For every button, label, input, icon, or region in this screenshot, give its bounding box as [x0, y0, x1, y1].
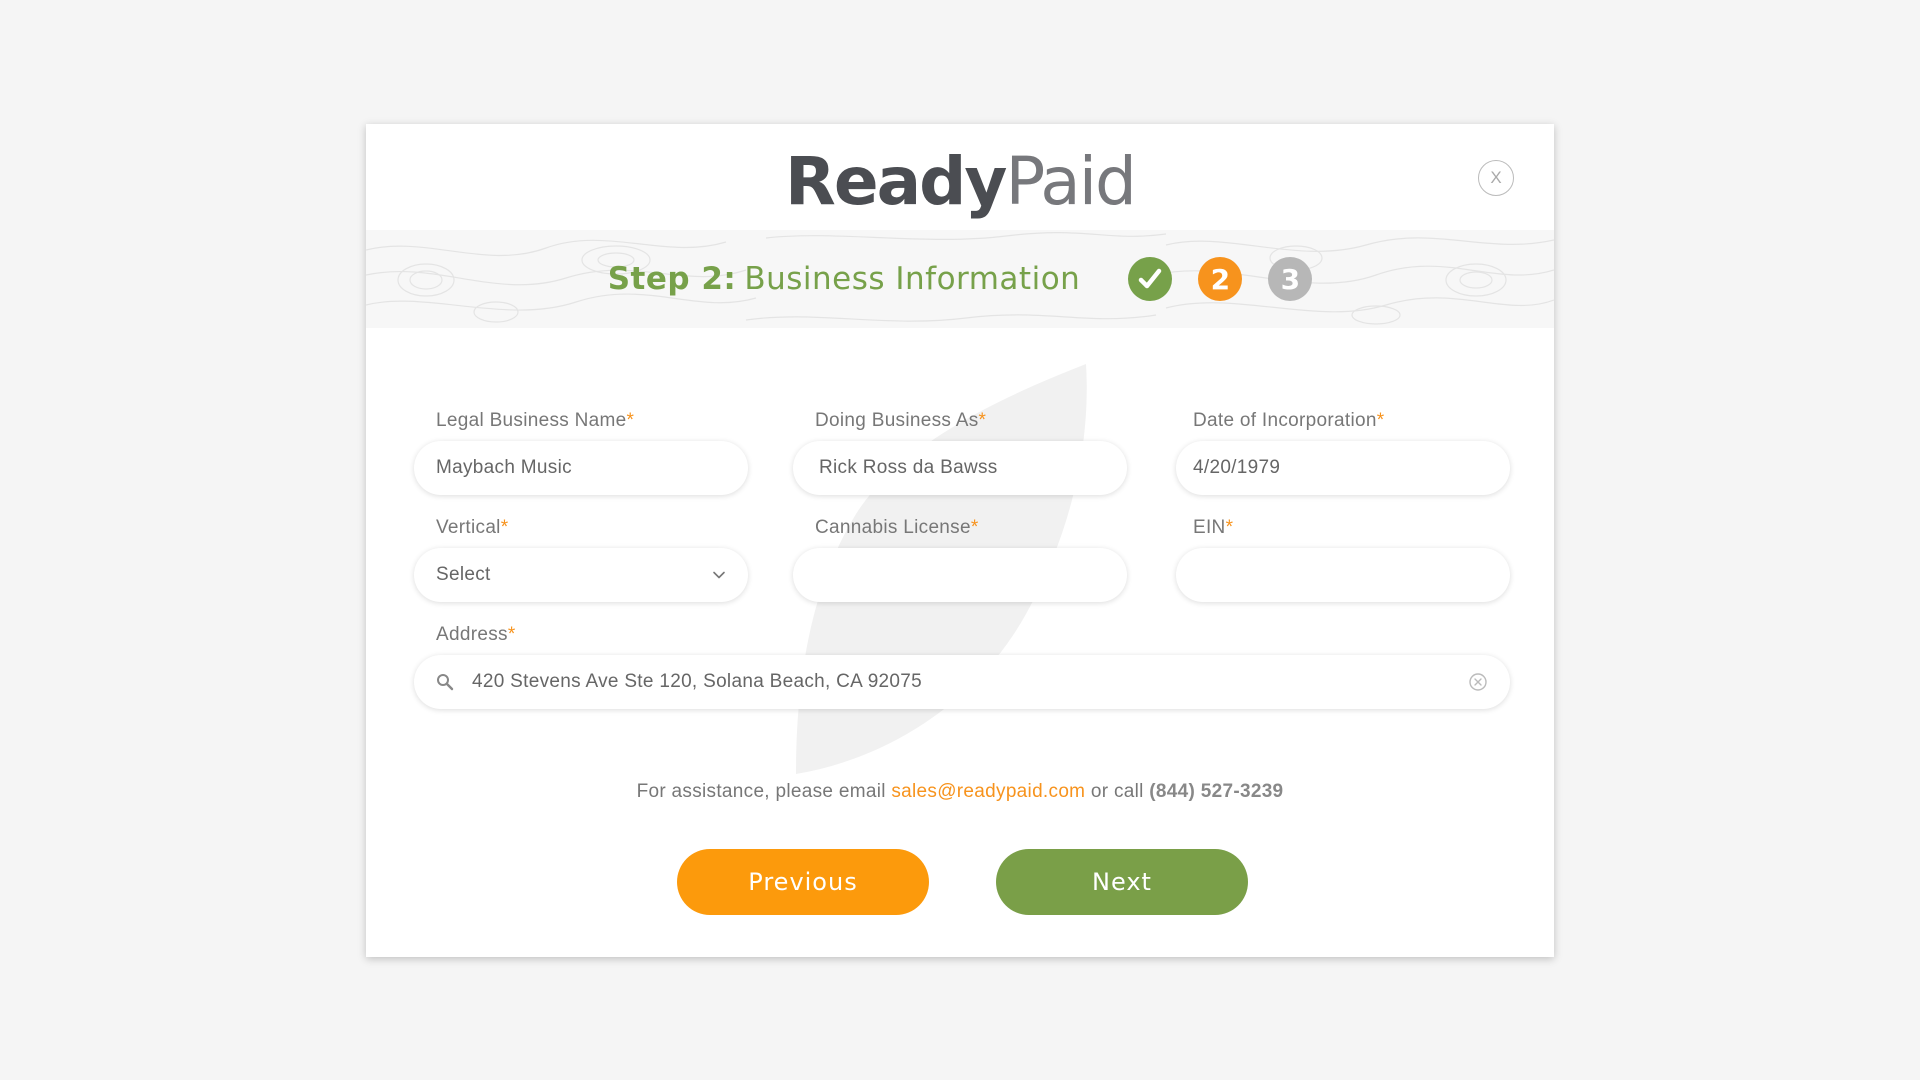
legal-name-field: Legal Business Name* Maybach Music: [414, 409, 748, 495]
assist-middle: or call: [1090, 781, 1144, 802]
assist-prefix: For assistance, please email: [636, 781, 886, 802]
ein-label: EIN*: [1193, 517, 1234, 538]
step-2-current: 2: [1198, 257, 1243, 301]
next-button[interactable]: Next: [996, 849, 1248, 915]
incorporation-date-field: Date of Incorporation* 4/20/1979: [1176, 409, 1510, 495]
vertical-field: Vertical* Select: [414, 516, 748, 602]
incorporation-date-label: Date of Incorporation*: [1193, 410, 1385, 431]
vertical-label: Vertical*: [436, 517, 509, 538]
dba-field: Doing Business As* Rick Ross da Bawss: [793, 409, 1127, 495]
support-email-link[interactable]: sales@readypaid.com: [891, 781, 1085, 802]
address-value: 420 Stevens Ave Ste 120, Solana Beach, C…: [472, 671, 923, 692]
step-1-complete: [1128, 257, 1173, 301]
dba-input[interactable]: Rick Ross da Bawss: [793, 441, 1127, 495]
step-3-upcoming: 3: [1268, 257, 1313, 301]
address-label: Address*: [436, 624, 516, 645]
ein-input[interactable]: [1176, 548, 1510, 602]
cannabis-license-label: Cannabis License*: [815, 517, 979, 538]
assistance-text: For assistance, please email sales@ready…: [366, 781, 1554, 803]
ein-field: EIN*: [1176, 516, 1510, 602]
incorporation-date-input[interactable]: 4/20/1979: [1176, 441, 1510, 495]
previous-button[interactable]: Previous: [677, 849, 929, 915]
step-indicator-row: Step 2: Business Information 2 3: [366, 230, 1554, 328]
support-phone: (844) 527-3239: [1149, 781, 1284, 802]
legal-name-value: Maybach Music: [436, 457, 572, 478]
logo-word-paid: Paid: [1005, 143, 1137, 220]
clear-input-icon[interactable]: [1468, 672, 1488, 692]
step-title: Step 2: Business Information: [608, 261, 1081, 297]
vertical-value: Select: [436, 564, 491, 585]
logo-word-ready: Ready: [785, 143, 1007, 220]
incorporation-date-value: 4/20/1979: [1193, 457, 1281, 478]
step-header-band: Step 2: Business Information 2 3: [366, 230, 1554, 328]
step-name-label: Business Information: [744, 261, 1081, 297]
legal-name-input[interactable]: Maybach Music: [414, 441, 748, 495]
chevron-down-icon: [713, 571, 725, 579]
cannabis-license-field: Cannabis License*: [793, 516, 1127, 602]
dba-value: Rick Ross da Bawss: [819, 457, 998, 478]
legal-name-label: Legal Business Name*: [436, 410, 635, 431]
address-field: Address* 420 Stevens Ave Ste 120, Solana…: [414, 623, 1510, 709]
cannabis-license-input[interactable]: [793, 548, 1127, 602]
step-number-label: Step 2:: [607, 261, 737, 297]
address-input[interactable]: 420 Stevens Ave Ste 120, Solana Beach, C…: [414, 655, 1510, 709]
vertical-select[interactable]: Select: [414, 548, 748, 602]
readypaid-logo: ReadyPaid: [366, 143, 1554, 220]
close-icon: X: [1490, 168, 1502, 187]
check-icon: [1139, 268, 1162, 289]
search-icon: [437, 674, 454, 691]
dba-label: Doing Business As*: [815, 410, 987, 431]
close-button[interactable]: X: [1478, 160, 1514, 196]
signup-modal: ReadyPaid X Step 2: Business Information…: [366, 124, 1554, 957]
